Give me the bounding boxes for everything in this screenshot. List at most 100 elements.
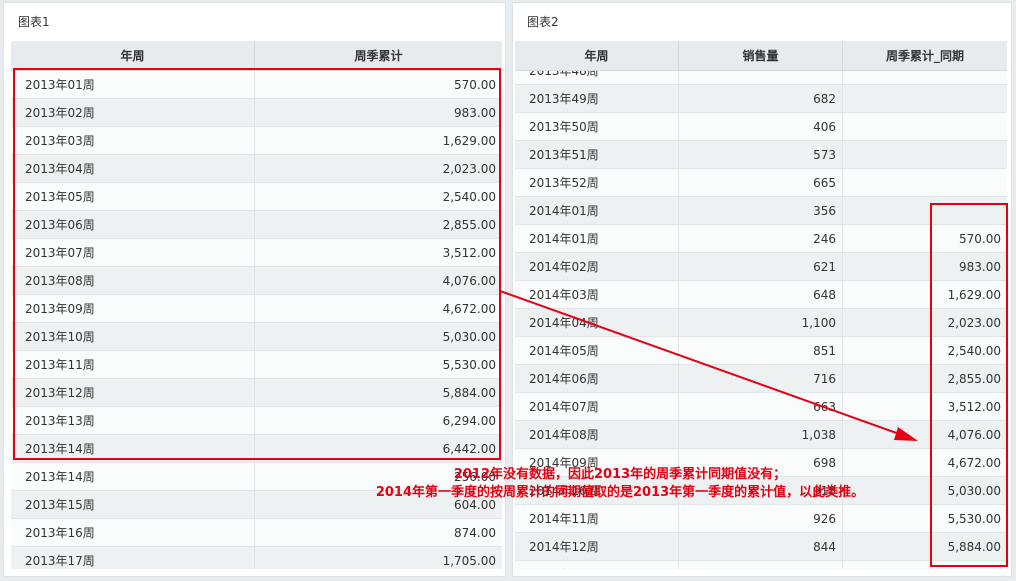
table-cell: 2,023.00 (947, 315, 1001, 330)
table-cell: 926 (679, 505, 843, 532)
table-cell: 2013年11周 (11, 351, 255, 378)
table-cell (843, 197, 1007, 224)
table-cell (843, 85, 1007, 112)
panel-2-table: 年周 销售量 周季累计_同期 2013年48周 2013年49周 682 2013年5… (515, 41, 1007, 569)
table-cell: 5,030.00 (442, 329, 496, 344)
table-cell: 406 (679, 113, 843, 140)
table-row[interactable]: 2013年10周 5,030.00 (11, 323, 502, 351)
table-row[interactable]: 2014年11周 926 5,530.00 (515, 505, 1007, 533)
table-cell: 2013年17周 (11, 547, 255, 569)
column-header-weekly-quarter-cumulative[interactable]: 周季累计 (255, 41, 502, 70)
table-row[interactable]: 2014年02周 621 983.00 (515, 253, 1007, 281)
table-cell: 2,023.00 (442, 161, 496, 176)
column-header-year-week[interactable]: 年周 (11, 41, 255, 70)
table-cell: 2013年49周 (515, 85, 679, 112)
table-row[interactable]: 2014年04周 1,100 2,023.00 (515, 309, 1007, 337)
table-cell: 983.00 (454, 105, 496, 120)
table-cell: 621 (679, 253, 843, 280)
table-row[interactable]: 2013年51周 573 (515, 141, 1007, 169)
table-cell: 2014年09周 (515, 449, 679, 476)
table-row[interactable]: 2013年08周 4,076.00 (11, 267, 502, 295)
table-cell: 2014年13周 (515, 561, 679, 569)
table-cell: 2013年51周 (515, 141, 679, 168)
table-cell: 5,530.00 (947, 511, 1001, 526)
table-cell: 2014年05周 (515, 337, 679, 364)
table-cell: 2014年10周 (515, 477, 679, 504)
chart-panel-2: 图表2 年周 销售量 周季累计_同期 2013年48周 2013年49周 682 20… (512, 2, 1012, 577)
table-row[interactable]: 2014年09周 698 4,672.00 (515, 449, 1007, 477)
table-cell: 2013年13周 (11, 407, 255, 434)
table-cell: 2,855.00 (442, 217, 496, 232)
table-cell: 844 (679, 533, 843, 560)
table-row[interactable]: 2013年14周 256.00 (11, 463, 502, 491)
table-row[interactable]: 2013年09周 4,672.00 (11, 295, 502, 323)
table-cell: 874.00 (454, 525, 496, 540)
table-cell: 2013年01周 (11, 71, 255, 98)
column-header-cumulative-same-period[interactable]: 周季累计_同期 (843, 41, 1007, 70)
table-cell: 870 (679, 561, 843, 569)
table-cell: 573 (679, 141, 843, 168)
panel-1-table: 年周 周季累计 2013年01周 570.00 2013年02周 983.00 2013… (11, 41, 502, 569)
table-cell (843, 141, 1007, 168)
table-row[interactable]: 2014年01周 356 (515, 197, 1007, 225)
table-row[interactable]: 2014年06周 716 2,855.00 (515, 365, 1007, 393)
table-row[interactable]: 2013年49周 682 (515, 85, 1007, 113)
table-row[interactable]: 2013年05周 2,540.00 (11, 183, 502, 211)
table-cell: 3,512.00 (947, 399, 1001, 414)
table-cell: 570.00 (454, 77, 496, 92)
table-cell: 2014年01周 (515, 225, 679, 252)
table-cell: 716 (679, 365, 843, 392)
table-row[interactable]: 2014年05周 851 2,540.00 (515, 337, 1007, 365)
table-cell: 918 (679, 477, 843, 504)
table-row[interactable]: 2013年01周 570.00 (11, 71, 502, 99)
table-cell: 4,076.00 (947, 427, 1001, 442)
table-cell: 4,076.00 (442, 273, 496, 288)
table-row[interactable]: 2013年13周 6,294.00 (11, 407, 502, 435)
panel-2-table-body: 2013年48周 2013年49周 682 2013年50周 406 2013年51周 57… (515, 57, 1007, 569)
table-cell: 2014年11周 (515, 505, 679, 532)
table-row[interactable]: 2014年03周 648 1,629.00 (515, 281, 1007, 309)
table-cell: 2014年04周 (515, 309, 679, 336)
table-cell: 356 (679, 197, 843, 224)
table-row[interactable]: 2013年52周 665 (515, 169, 1007, 197)
chart-panel-1: 图表1 年周 周季累计 2013年01周 570.00 2013年02周 983.00… (3, 2, 506, 577)
table-cell: 604.00 (454, 497, 496, 512)
table-cell: 2,855.00 (947, 371, 1001, 386)
table-cell: 2013年12周 (11, 379, 255, 406)
table-cell: 4,672.00 (947, 455, 1001, 470)
column-header-sales-volume[interactable]: 销售量 (679, 41, 843, 70)
table-row[interactable]: 2013年17周 1,705.00 (11, 547, 502, 569)
table-row[interactable]: 2013年14周 6,442.00 (11, 435, 502, 463)
table-row[interactable]: 2014年07周 663 3,512.00 (515, 393, 1007, 421)
table-cell: 2014年02周 (515, 253, 679, 280)
table-cell: 2,540.00 (947, 343, 1001, 358)
table-cell: 648 (679, 281, 843, 308)
table-row[interactable]: 2013年16周 874.00 (11, 519, 502, 547)
table-row[interactable]: 2013年04周 2,023.00 (11, 155, 502, 183)
table-cell: 2013年50周 (515, 113, 679, 140)
table-row[interactable]: 2013年03周 1,629.00 (11, 127, 502, 155)
table-row[interactable]: 2014年12周 844 5,884.00 (515, 533, 1007, 561)
table-cell: 2013年14周 (11, 463, 255, 490)
table-row[interactable]: 2013年15周 604.00 (11, 491, 502, 519)
table-cell: 246 (679, 225, 843, 252)
table-cell: 1,705.00 (442, 553, 496, 568)
table-row[interactable]: 2013年07周 3,512.00 (11, 239, 502, 267)
table-row[interactable]: 2014年13周8706,294.00 (515, 561, 1007, 569)
table-cell: 2014年03周 (515, 281, 679, 308)
table-row[interactable]: 2013年50周 406 (515, 113, 1007, 141)
table-cell: 2013年15周 (11, 491, 255, 518)
table-row[interactable]: 2014年08周 1,038 4,076.00 (515, 421, 1007, 449)
table-cell (843, 113, 1007, 140)
table-row[interactable]: 2014年01周 246 570.00 (515, 225, 1007, 253)
table-cell: 2013年04周 (11, 155, 255, 182)
table-row[interactable]: 2013年06周 2,855.00 (11, 211, 502, 239)
table-row[interactable]: 2013年12周 5,884.00 (11, 379, 502, 407)
table-row[interactable]: 2014年10周 918 5,030.00 (515, 477, 1007, 505)
table-cell (843, 169, 1007, 196)
column-header-year-week[interactable]: 年周 (515, 41, 679, 70)
table-cell: 1,629.00 (947, 287, 1001, 302)
table-row[interactable]: 2013年11周 5,530.00 (11, 351, 502, 379)
table-row[interactable]: 2013年02周 983.00 (11, 99, 502, 127)
table-cell: 663 (679, 393, 843, 420)
